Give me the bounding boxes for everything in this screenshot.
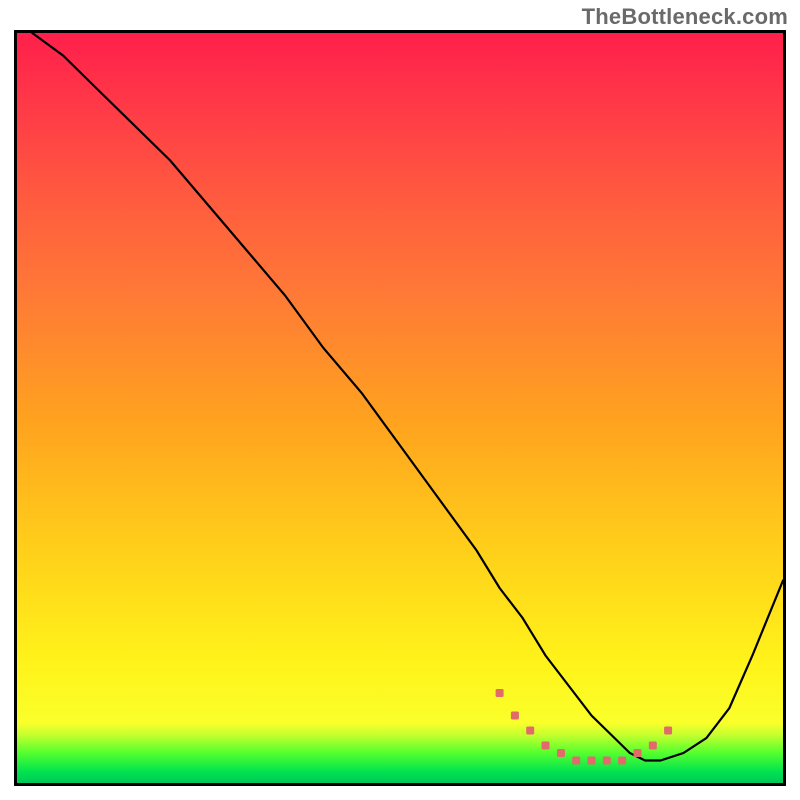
chart-stage: TheBottleneck.com (0, 0, 800, 800)
optimal-marker (618, 757, 626, 765)
optimal-marker (649, 742, 657, 750)
bottleneck-curve-path (32, 33, 783, 761)
optimal-band-markers-group (496, 689, 672, 765)
optimal-marker (603, 757, 611, 765)
optimal-marker (511, 712, 519, 720)
optimal-marker (526, 727, 534, 735)
optimal-marker (572, 757, 580, 765)
optimal-marker (588, 757, 596, 765)
watermark-label: TheBottleneck.com (582, 4, 788, 30)
optimal-marker (496, 689, 504, 697)
chart-svg (17, 33, 783, 783)
optimal-marker (634, 749, 642, 757)
optimal-marker (542, 742, 550, 750)
optimal-marker (557, 749, 565, 757)
plot-frame (14, 30, 786, 786)
optimal-marker (664, 727, 672, 735)
